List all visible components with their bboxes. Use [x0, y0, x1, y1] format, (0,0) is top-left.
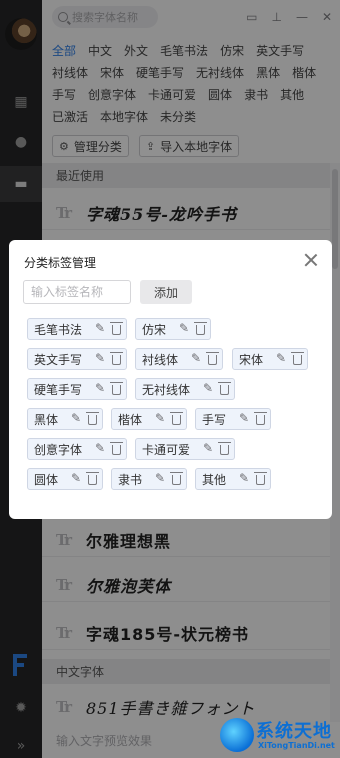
edit-icon[interactable]	[95, 441, 107, 455]
tag-label: 毛笔书法	[34, 322, 83, 337]
delete-icon[interactable]	[218, 442, 232, 455]
tag-label: 硬笔手写	[34, 382, 83, 397]
category-tag: 宋体	[232, 348, 309, 370]
tag-name-input[interactable]	[23, 280, 131, 304]
edit-icon[interactable]	[179, 321, 191, 335]
edit-icon[interactable]	[239, 411, 251, 425]
category-tag: 衬线体	[135, 348, 224, 370]
category-tag: 硬笔手写	[27, 378, 128, 400]
edit-icon[interactable]	[191, 351, 203, 365]
edit-icon[interactable]	[71, 471, 83, 485]
tag-label: 卡通可爱	[142, 442, 191, 457]
delete-icon[interactable]	[110, 382, 124, 395]
category-tag: 卡通可爱	[135, 438, 236, 460]
edit-icon[interactable]	[155, 411, 167, 425]
delete-icon[interactable]	[86, 412, 100, 425]
tag-label: 隶书	[118, 472, 143, 487]
delete-icon[interactable]	[291, 352, 305, 365]
category-tag: 毛笔书法	[27, 318, 128, 340]
tag-label: 手写	[202, 412, 227, 427]
delete-icon[interactable]	[254, 472, 268, 485]
delete-icon[interactable]	[110, 322, 124, 335]
category-tag: 仿宋	[135, 318, 212, 340]
tag-label: 宋体	[239, 352, 264, 367]
tag-label: 创意字体	[34, 442, 83, 457]
watermark-title: 系统天地	[256, 721, 332, 742]
category-tag: 其他	[195, 468, 272, 490]
tag-label: 其他	[202, 472, 227, 487]
tag-label: 楷体	[118, 412, 143, 427]
edit-icon[interactable]	[71, 411, 83, 425]
edit-icon[interactable]	[95, 381, 107, 395]
category-tag: 楷体	[111, 408, 188, 430]
tag-label: 英文手写	[34, 352, 83, 367]
delete-icon[interactable]	[206, 352, 220, 365]
watermark-logo: 系统天地 XiTongTianDi.net	[220, 715, 340, 758]
category-tag: 无衬线体	[135, 378, 236, 400]
delete-icon[interactable]	[110, 352, 124, 365]
add-tag-button[interactable]: 添加	[140, 280, 192, 304]
category-tag: 黑体	[27, 408, 104, 430]
close-icon[interactable]	[304, 253, 318, 267]
tag-label: 衬线体	[142, 352, 179, 367]
edit-icon[interactable]	[203, 441, 215, 455]
delete-icon[interactable]	[86, 472, 100, 485]
edit-icon[interactable]	[95, 351, 107, 365]
edit-icon[interactable]	[239, 471, 251, 485]
delete-icon[interactable]	[218, 382, 232, 395]
delete-icon[interactable]	[110, 442, 124, 455]
tag-label: 仿宋	[142, 322, 167, 337]
watermark-url: XiTongTianDi.net	[258, 741, 335, 750]
category-tag: 隶书	[111, 468, 188, 490]
edit-icon[interactable]	[203, 381, 215, 395]
dialog-title: 分类标签管理	[24, 256, 97, 270]
delete-icon[interactable]	[170, 472, 184, 485]
category-tag: 手写	[195, 408, 272, 430]
delete-icon[interactable]	[254, 412, 268, 425]
tag-label: 圆体	[34, 472, 59, 487]
delete-icon[interactable]	[194, 322, 208, 335]
edit-icon[interactable]	[155, 471, 167, 485]
delete-icon[interactable]	[170, 412, 184, 425]
category-tag: 圆体	[27, 468, 104, 490]
bird-logo-icon	[220, 718, 254, 752]
tag-manager-dialog: 分类标签管理 添加 毛笔书法 仿宋英文手写 衬线体 宋体硬笔手写 无衬线体黑体 楷体 手写创…	[9, 240, 332, 519]
category-tag: 创意字体	[27, 438, 128, 460]
category-tag: 英文手写	[27, 348, 128, 370]
edit-icon[interactable]	[95, 321, 107, 335]
edit-icon[interactable]	[276, 351, 288, 365]
tag-label: 黑体	[34, 412, 59, 427]
tag-label: 无衬线体	[142, 382, 191, 397]
